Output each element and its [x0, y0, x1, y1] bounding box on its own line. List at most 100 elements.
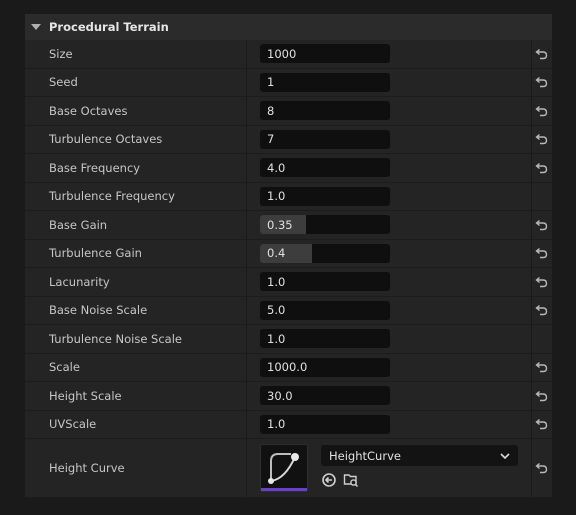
property-value: 1	[247, 69, 531, 97]
numeric-value: 7	[267, 132, 275, 147]
use-selected-icon[interactable]	[321, 472, 337, 491]
numeric-value: 1.0	[267, 274, 286, 289]
section-header[interactable]: Procedural Terrain	[25, 14, 552, 40]
property-value: 7	[247, 126, 531, 154]
reset-to-default-button[interactable]	[530, 239, 552, 267]
reset-to-default-button[interactable]	[530, 211, 552, 239]
property-label: Turbulence Octaves	[49, 132, 163, 147]
reset-to-default-button[interactable]	[530, 154, 552, 182]
reset-arrow-icon	[535, 276, 548, 287]
numeric-value: 1000.0	[267, 360, 308, 375]
curve-thumbnail[interactable]	[260, 444, 309, 492]
reset-to-default-button[interactable]	[530, 97, 552, 125]
property-row: Turbulence Noise Scale 1.0	[25, 325, 552, 354]
numeric-value: 1	[267, 75, 275, 90]
property-row: Seed 1	[25, 68, 552, 97]
property-label: Base Gain	[49, 217, 108, 232]
property-value: 4.0	[247, 154, 531, 182]
property-row: Size 1000	[25, 40, 552, 69]
property-label: Seed	[49, 75, 78, 90]
asset-name: HeightCurve	[329, 448, 401, 463]
numeric-value: 4.0	[267, 160, 286, 175]
reset-to-default-button[interactable]	[530, 68, 552, 96]
collapse-arrow-icon[interactable]	[31, 24, 41, 30]
reset-to-default-button[interactable]	[530, 125, 552, 153]
reset-arrow-icon	[535, 305, 548, 316]
reset-arrow-icon	[535, 77, 548, 88]
numeric-input[interactable]: 1	[260, 72, 391, 92]
numeric-input[interactable]: 0.35	[260, 215, 391, 235]
property-value: 0.4	[247, 240, 531, 268]
property-value: 1000	[247, 40, 531, 68]
property-label: Height Scale	[49, 388, 122, 403]
property-label: Height Curve	[49, 461, 125, 475]
property-label: Lacunarity	[49, 274, 110, 289]
numeric-value: 1.0	[267, 417, 286, 432]
property-row: Scale 1000.0	[25, 353, 552, 382]
property-label: Base Noise Scale	[49, 303, 148, 318]
property-label: Scale	[49, 360, 80, 375]
property-value: 1.0	[247, 268, 531, 296]
property-row: Turbulence Gain 0.4	[25, 239, 552, 268]
property-label: Turbulence Noise Scale	[49, 331, 182, 346]
numeric-input[interactable]: 4.0	[260, 158, 391, 178]
reset-to-default-button[interactable]	[530, 382, 552, 410]
numeric-value: 5.0	[267, 303, 286, 318]
property-row: Base Gain 0.35	[25, 211, 552, 240]
numeric-input[interactable]: 1.0	[260, 272, 391, 292]
reset-arrow-icon	[535, 162, 548, 173]
property-row-height-curve: Height Curve HeightCurve	[25, 439, 552, 498]
reset-arrow-icon	[535, 248, 548, 259]
reset-to-default-button[interactable]	[530, 268, 552, 296]
reset-to-default-button[interactable]	[530, 439, 552, 497]
property-row: Base Frequency 4.0	[25, 154, 552, 183]
reset-to-default-button[interactable]	[530, 40, 552, 68]
property-value: 1000.0	[247, 354, 531, 382]
reset-arrow-icon	[535, 419, 548, 430]
numeric-input[interactable]: 1.0	[260, 414, 391, 434]
numeric-value: 0.35	[267, 217, 293, 232]
browse-asset-icon[interactable]	[343, 472, 359, 491]
reset-arrow-icon	[535, 105, 548, 116]
numeric-input[interactable]: 1.0	[260, 186, 391, 206]
numeric-value: 0.4	[267, 246, 286, 261]
property-value: 1.0	[247, 411, 531, 439]
property-row: Turbulence Frequency 1.0	[25, 182, 552, 211]
reset-to-default-button[interactable]	[530, 353, 552, 381]
property-value: 1.0	[247, 325, 531, 353]
property-label: Turbulence Frequency	[49, 189, 175, 204]
reset-arrow-icon	[535, 219, 548, 230]
property-label: UVScale	[49, 417, 97, 432]
numeric-value: 8	[267, 103, 275, 118]
property-label: Base Octaves	[49, 103, 128, 118]
numeric-input[interactable]: 1000.0	[260, 357, 391, 377]
section-title: Procedural Terrain	[49, 20, 169, 34]
property-row: Base Noise Scale 5.0	[25, 296, 552, 325]
property-row: UVScale 1.0	[25, 410, 552, 439]
reset-to-default-button[interactable]	[530, 410, 552, 438]
numeric-input[interactable]: 1000	[260, 44, 391, 64]
numeric-value: 1.0	[267, 331, 286, 346]
numeric-value: 1.0	[267, 189, 286, 204]
reset-cell	[530, 325, 552, 353]
property-label: Size	[49, 46, 73, 61]
property-label: Turbulence Gain	[49, 246, 142, 261]
reset-arrow-icon	[535, 362, 548, 373]
property-value: 30.0	[247, 382, 531, 410]
property-value: HeightCurve	[247, 439, 531, 497]
numeric-input[interactable]: 1.0	[260, 329, 391, 349]
reset-arrow-icon	[535, 48, 548, 59]
property-value: 1.0	[247, 183, 531, 211]
property-list: Size 1000 Seed 1 Base Octaves 8 Turbulen…	[25, 40, 552, 439]
numeric-value: 30.0	[267, 388, 293, 403]
reset-to-default-button[interactable]	[530, 296, 552, 324]
reset-arrow-icon	[535, 462, 548, 474]
numeric-input[interactable]: 8	[260, 101, 391, 121]
numeric-input[interactable]: 5.0	[260, 300, 391, 320]
numeric-input[interactable]: 30.0	[260, 386, 391, 406]
details-panel: Procedural Terrain Size 1000 Seed 1 Base…	[25, 14, 552, 498]
asset-dropdown[interactable]: HeightCurve	[321, 445, 519, 466]
property-row: Lacunarity 1.0	[25, 268, 552, 297]
numeric-input[interactable]: 0.4	[260, 243, 391, 263]
numeric-input[interactable]: 7	[260, 129, 391, 149]
